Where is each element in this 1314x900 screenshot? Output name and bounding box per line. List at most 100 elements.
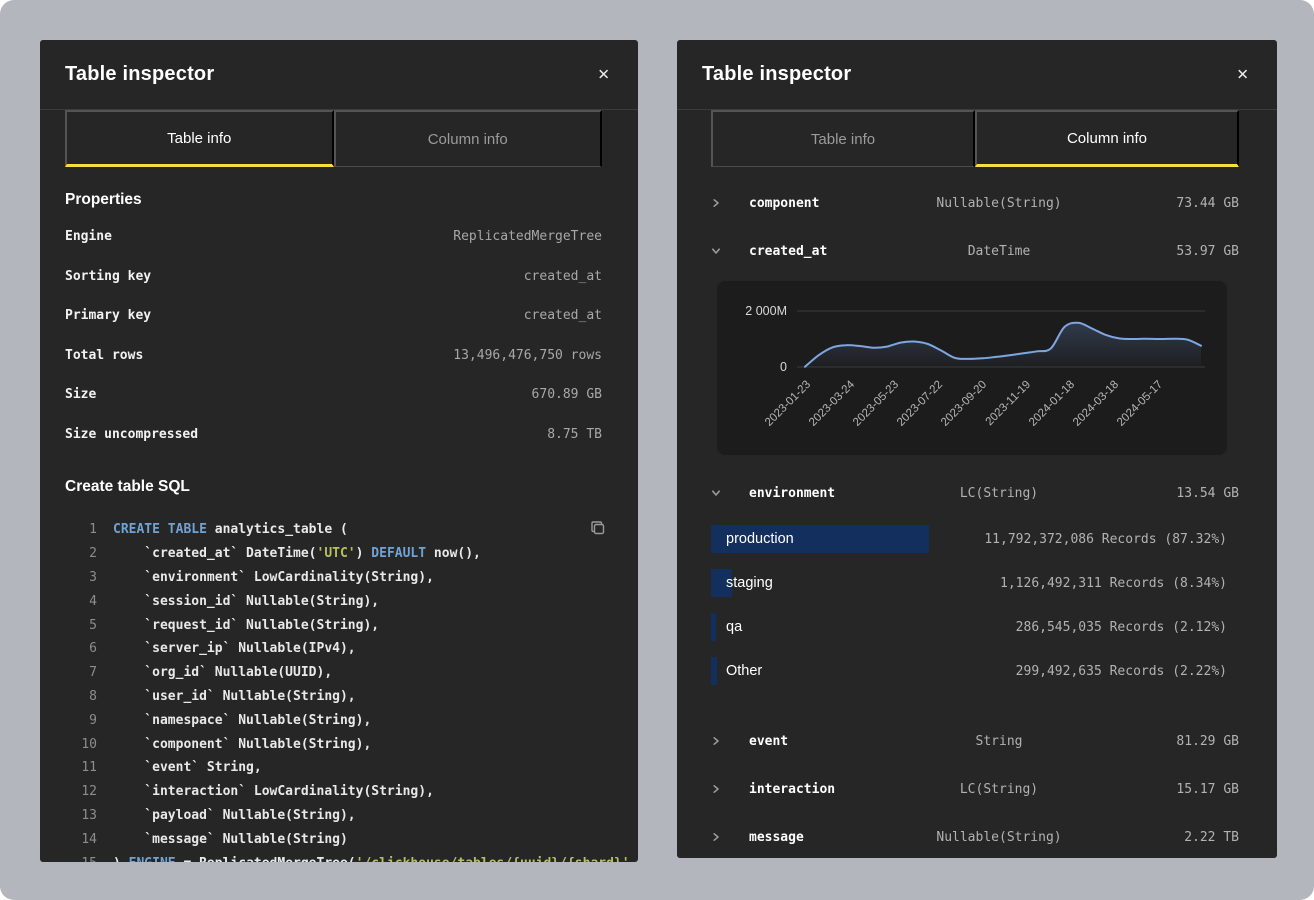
column-row-interaction[interactable]: interaction LC(String) 15.17 GB <box>711 765 1239 813</box>
column-name: interaction <box>737 782 889 797</box>
column-size: 81.29 GB <box>1109 734 1239 749</box>
svg-text:2023-01-23: 2023-01-23 <box>763 379 813 429</box>
property-value: 670.89 GB <box>532 387 602 402</box>
value-bar-wrap: staging <box>711 569 1000 597</box>
tab-column-info[interactable]: Column info <box>975 110 1239 167</box>
svg-text:2024-03-18: 2024-03-18 <box>1071 379 1121 429</box>
property-value: created_at <box>524 308 602 323</box>
property-label: Sorting key <box>65 269 151 284</box>
property-label: Engine <box>65 229 112 244</box>
value-bar-wrap: qa <box>711 613 1016 641</box>
property-value: 8.75 TB <box>547 427 602 442</box>
tab-column-info[interactable]: Column info <box>334 110 603 167</box>
create-table-sql-heading: Create table SQL <box>65 478 602 496</box>
dialog-title: Table inspector <box>65 63 214 86</box>
svg-text:2023-11-19: 2023-11-19 <box>984 379 1033 428</box>
svg-text:2023-07-22: 2023-07-22 <box>895 379 945 429</box>
close-button[interactable]: ✕ <box>591 61 616 88</box>
column-type: LC(String) <box>889 782 1109 797</box>
value-stats: 11,792,372,086 Records (87.32%) <box>984 532 1227 547</box>
table-inspector-dialog-table-info: Table inspector ✕ Table info Column info… <box>40 40 638 862</box>
column-row-component[interactable]: component Nullable(String) 73.44 GB <box>711 179 1239 227</box>
property-row-engine: Engine ReplicatedMergeTree <box>65 217 602 257</box>
column-row-message[interactable]: message Nullable(String) 2.22 TB <box>711 813 1239 858</box>
svg-text:2024-01-18: 2024-01-18 <box>1027 379 1077 429</box>
property-row-size: Size 670.89 GB <box>65 375 602 415</box>
property-value: ReplicatedMergeTree <box>453 229 602 244</box>
properties-list: Engine ReplicatedMergeTree Sorting key c… <box>65 217 602 454</box>
property-label: Total rows <box>65 348 143 363</box>
property-value: created_at <box>524 269 602 284</box>
tab-bar: Table info Column info <box>711 110 1239 167</box>
column-type: Nullable(String) <box>889 830 1109 845</box>
env-value-row-other: Other 299,492,635 Records (2.22%) <box>711 649 1239 693</box>
tab-table-info[interactable]: Table info <box>711 110 975 167</box>
column-type: DateTime <box>889 244 1109 259</box>
column-name: event <box>737 734 889 749</box>
property-row-size-uncompressed: Size uncompressed 8.75 TB <box>65 415 602 455</box>
column-size: 2.22 TB <box>1109 830 1239 845</box>
column-row-environment[interactable]: environment LC(String) 13.54 GB <box>711 469 1239 517</box>
svg-text:2023-09-20: 2023-09-20 <box>939 379 989 429</box>
tab-bar: Table info Column info <box>65 110 602 167</box>
value-label: production <box>711 531 794 547</box>
table-info-content: Properties Engine ReplicatedMergeTree So… <box>40 191 638 862</box>
column-info-content: component Nullable(String) 73.44 GB crea… <box>677 167 1277 858</box>
chevron-down-icon[interactable] <box>711 246 737 256</box>
column-row-event[interactable]: event String 81.29 GB <box>711 717 1239 765</box>
svg-text:2023-03-24: 2023-03-24 <box>807 378 858 429</box>
created-at-trend-chart: 2 000M02023-01-232023-03-242023-05-23202… <box>717 281 1227 455</box>
value-label: qa <box>711 619 742 635</box>
column-name: message <box>737 830 889 845</box>
value-label: Other <box>711 663 762 679</box>
property-row-primary-key: Primary key created_at <box>65 296 602 336</box>
svg-text:2 000M: 2 000M <box>745 304 787 318</box>
spacer <box>711 703 1239 717</box>
column-size: 53.97 GB <box>1109 244 1239 259</box>
chevron-right-icon[interactable] <box>711 784 737 794</box>
close-button[interactable]: ✕ <box>1230 61 1255 88</box>
chevron-right-icon[interactable] <box>711 736 737 746</box>
dialog-header: Table inspector ✕ <box>40 40 638 110</box>
sql-code-lines: 1CREATE TABLE analytics_table (2 `create… <box>65 518 602 862</box>
column-row-created-at[interactable]: created_at DateTime 53.97 GB <box>711 227 1239 275</box>
created-at-trend-svg: 2 000M02023-01-232023-03-242023-05-23202… <box>717 281 1227 455</box>
column-name: component <box>737 196 889 211</box>
property-row-total-rows: Total rows 13,496,476,750 rows <box>65 336 602 376</box>
column-size: 15.17 GB <box>1109 782 1239 797</box>
value-stats: 299,492,635 Records (2.22%) <box>1016 664 1227 679</box>
table-inspector-dialog-column-info: Table inspector ✕ Table info Column info… <box>677 40 1277 858</box>
chevron-right-icon[interactable] <box>711 198 737 208</box>
value-stats: 1,126,492,311 Records (8.34%) <box>1000 576 1227 591</box>
property-label: Size uncompressed <box>65 427 198 442</box>
copy-icon[interactable] <box>588 518 608 541</box>
dialog-title: Table inspector <box>702 63 851 86</box>
svg-text:2023-05-23: 2023-05-23 <box>851 379 901 429</box>
value-label: staging <box>711 575 773 591</box>
property-row-sorting-key: Sorting key created_at <box>65 257 602 297</box>
property-label: Primary key <box>65 308 151 323</box>
screenshot-canvas: Table inspector ✕ Table info Column info… <box>0 0 1314 900</box>
column-type: String <box>889 734 1109 749</box>
column-size: 73.44 GB <box>1109 196 1239 211</box>
env-value-row-qa: qa 286,545,035 Records (2.12%) <box>711 605 1239 649</box>
tab-table-info[interactable]: Table info <box>65 110 334 167</box>
column-name: environment <box>737 486 889 501</box>
column-type: Nullable(String) <box>889 196 1109 211</box>
environment-value-breakdown: production 11,792,372,086 Records (87.32… <box>711 517 1239 693</box>
value-bar-wrap: production <box>711 525 984 553</box>
property-value: 13,496,476,750 rows <box>453 348 602 363</box>
sql-code-block: 1CREATE TABLE analytics_table (2 `create… <box>65 518 602 862</box>
chevron-down-icon[interactable] <box>711 488 737 498</box>
value-bar-wrap: Other <box>711 657 1016 685</box>
chevron-right-icon[interactable] <box>711 832 737 842</box>
properties-heading: Properties <box>65 191 602 209</box>
env-value-row-production: production 11,792,372,086 Records (87.32… <box>711 517 1239 561</box>
column-name: created_at <box>737 244 889 259</box>
env-value-row-staging: staging 1,126,492,311 Records (8.34%) <box>711 561 1239 605</box>
column-type: LC(String) <box>889 486 1109 501</box>
property-label: Size <box>65 387 96 402</box>
dialog-header: Table inspector ✕ <box>677 40 1277 110</box>
column-size: 13.54 GB <box>1109 486 1239 501</box>
svg-text:0: 0 <box>780 360 787 374</box>
